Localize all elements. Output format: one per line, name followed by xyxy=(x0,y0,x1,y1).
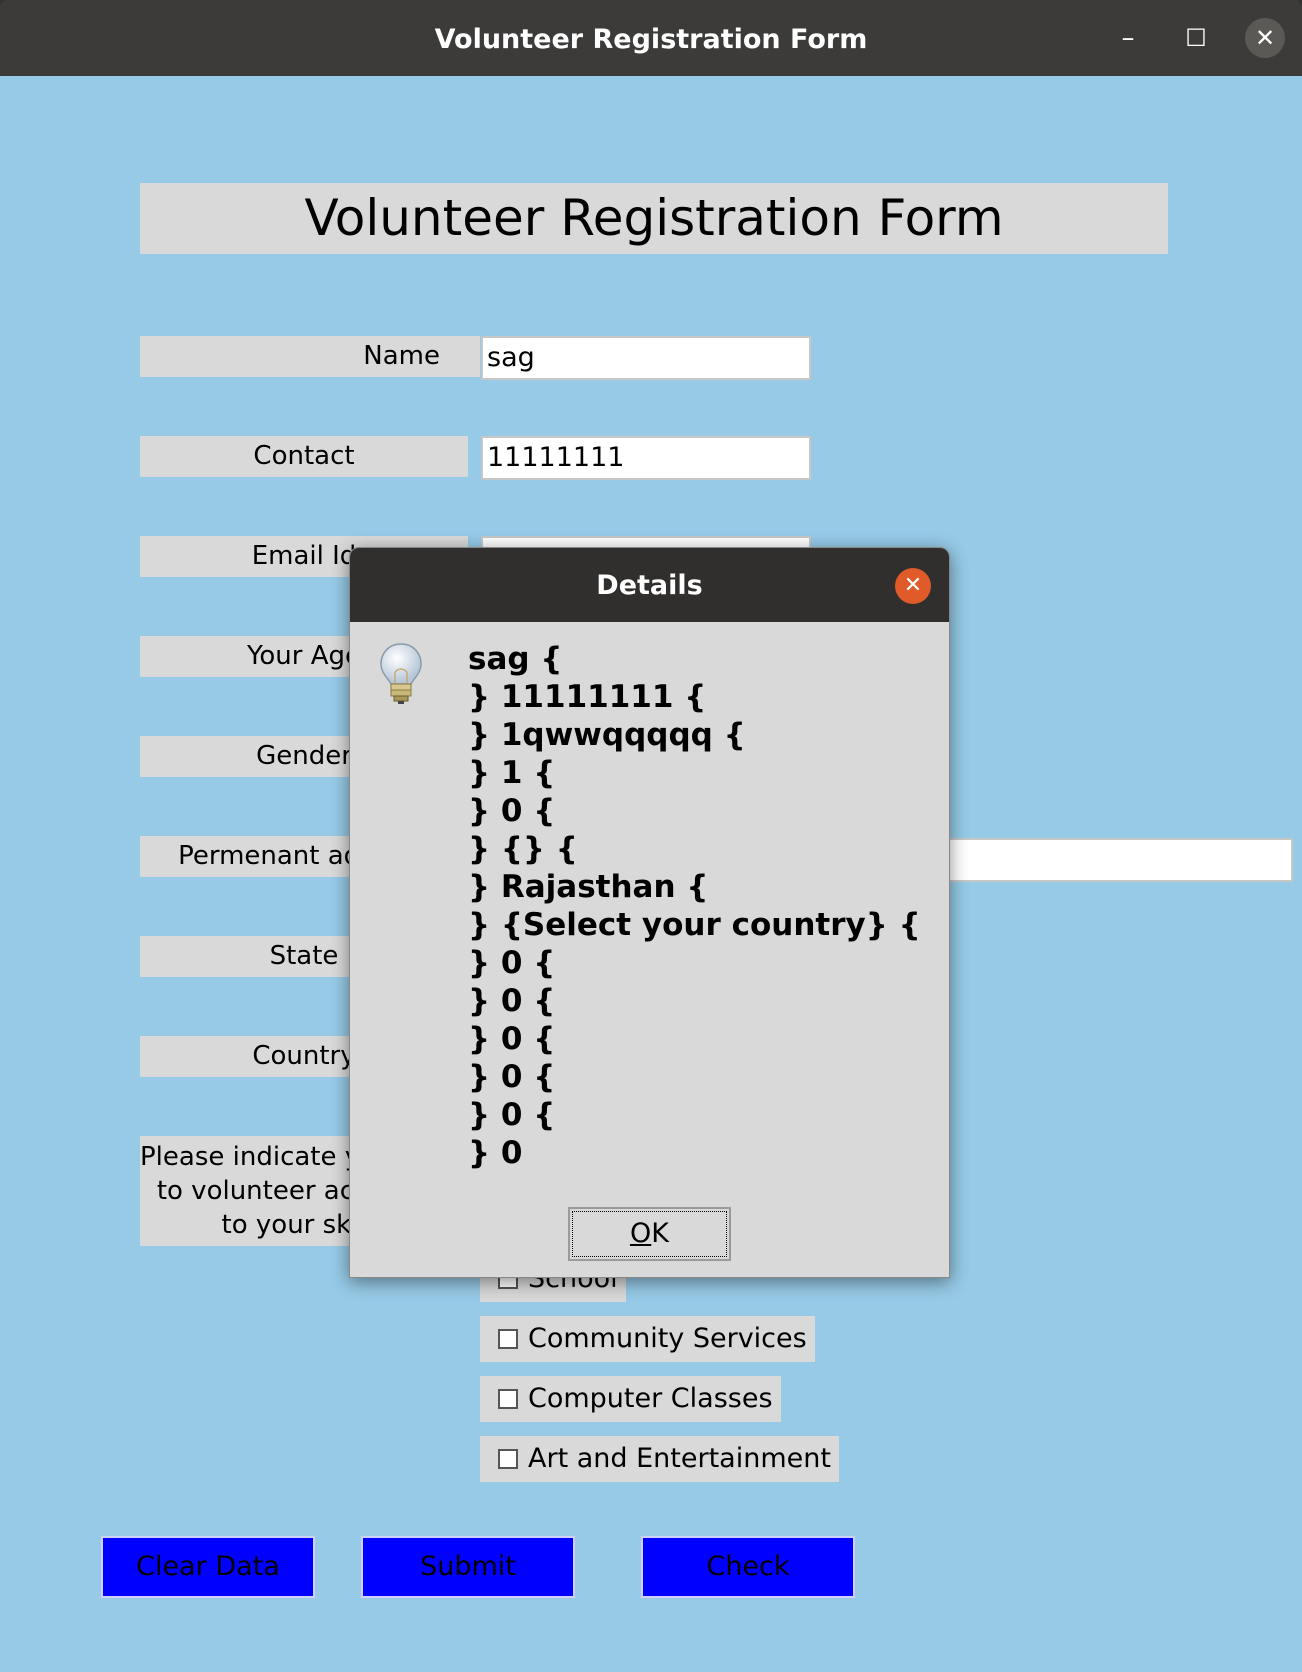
message-line: } Rajasthan { xyxy=(468,869,709,905)
message-line: } 0 { xyxy=(468,1097,556,1133)
ok-button[interactable]: OK xyxy=(568,1207,731,1261)
close-icon[interactable]: ✕ xyxy=(1245,18,1285,58)
minimize-icon[interactable]: – xyxy=(1113,18,1143,58)
message-line: } 0 { xyxy=(468,1021,556,1057)
submit-button[interactable]: Submit xyxy=(361,1536,575,1598)
checkbox-label: Community Services xyxy=(528,1323,807,1354)
checkbox-community-services[interactable]: Community Services xyxy=(480,1316,815,1362)
check-button[interactable]: Check xyxy=(641,1536,855,1598)
form-heading: Volunteer Registration Form xyxy=(140,183,1168,254)
dialog-title: Details xyxy=(596,570,703,601)
message-line: } 0 { xyxy=(468,945,556,981)
dialog-close-icon[interactable]: ✕ xyxy=(895,568,931,604)
checkbox-icon[interactable] xyxy=(498,1449,518,1469)
ok-label-rest: K xyxy=(651,1218,669,1249)
message-line: } 0 { xyxy=(468,1059,556,1095)
details-dialog: Details ✕ sag { } 11111111 { } 1qwwqqqqq… xyxy=(349,547,950,1278)
message-line: } 0 { xyxy=(468,793,556,829)
message-line: } {Select your country} { xyxy=(468,907,921,943)
message-line: } 11111111 { xyxy=(468,679,707,715)
clear-data-button[interactable]: Clear Data xyxy=(101,1536,315,1598)
checkbox-icon[interactable] xyxy=(498,1389,518,1409)
message-line: sag { xyxy=(468,641,563,677)
contact-label: Contact xyxy=(140,436,468,477)
message-line: } 1qwwqqqqq { xyxy=(468,717,746,753)
contact-input[interactable]: 11111111 xyxy=(481,436,811,480)
window-titlebar[interactable]: Volunteer Registration Form – ☐ ✕ xyxy=(0,0,1302,76)
dialog-message: sag { } 11111111 { } 1qwwqqqqq { } 1 { }… xyxy=(468,640,938,1172)
checkbox-label: Computer Classes xyxy=(528,1383,773,1414)
maximize-icon[interactable]: ☐ xyxy=(1181,22,1211,54)
address-input[interactable] xyxy=(948,838,1293,882)
checkbox-art-and-entertainment[interactable]: Art and Entertainment xyxy=(480,1436,839,1482)
message-line: } {} { xyxy=(468,831,578,867)
message-line: } 0 { xyxy=(468,983,556,1019)
name-input[interactable]: sag xyxy=(481,336,811,380)
ok-mnemonic: O xyxy=(630,1218,652,1249)
message-line: } 0 xyxy=(468,1135,523,1171)
window-title: Volunteer Registration Form xyxy=(434,24,868,55)
message-line: } 1 { xyxy=(468,755,556,791)
name-label: Name xyxy=(140,336,480,377)
dialog-titlebar[interactable]: Details ✕ xyxy=(350,548,949,622)
checkbox-computer-classes[interactable]: Computer Classes xyxy=(480,1376,781,1422)
checkbox-label: Art and Entertainment xyxy=(528,1443,831,1474)
checkbox-icon[interactable] xyxy=(498,1329,518,1349)
lightbulb-icon xyxy=(380,643,422,704)
